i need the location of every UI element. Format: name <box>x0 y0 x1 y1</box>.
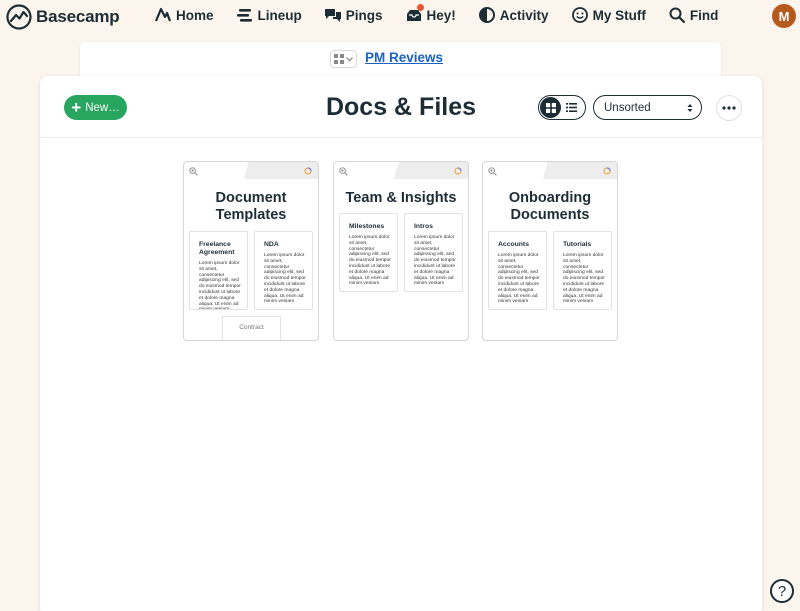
nav-hey[interactable]: Hey! <box>405 4 456 24</box>
folder-card[interactable]: Document Templates Freelance Agreement L… <box>183 161 319 341</box>
folder-name: Document Templates <box>215 190 287 223</box>
view-toggle <box>538 95 586 120</box>
sort-select-value: Unsorted <box>604 101 651 114</box>
docs-panel: + New… Docs & Files Unsorted Document Te… <box>40 76 762 611</box>
grid-view-button[interactable] <box>540 97 561 118</box>
doc-title: Tutorials <box>563 241 592 248</box>
nav-home[interactable]: Home <box>154 6 214 24</box>
panel-header: + New… Docs & Files Unsorted <box>40 76 762 138</box>
top-navigation: Basecamp Home Lineup Pings Hey! Activity… <box>0 0 800 33</box>
pings-icon <box>324 9 341 22</box>
smiley-icon <box>571 7 588 23</box>
activity-icon <box>478 7 495 23</box>
doc-card[interactable]: Milestones Lorem ipsum dolor sit amet, c… <box>339 213 398 292</box>
grid-view-icon <box>545 102 556 113</box>
doc-card[interactable]: Contract <box>222 316 281 340</box>
zoom-icon[interactable] <box>189 167 198 176</box>
nav-lineup-label: Lineup <box>257 7 302 23</box>
zoom-icon[interactable] <box>488 167 497 176</box>
doc-title: Freelance Agreement <box>199 241 235 256</box>
zoom-icon[interactable] <box>339 167 348 176</box>
nav-home-label: Home <box>176 7 214 23</box>
nav-find[interactable]: Find <box>668 6 719 24</box>
doc-preview: Lorem ipsum dolor sit amet, consectetur … <box>264 253 306 305</box>
doc-title: Milestones <box>349 223 385 230</box>
folder-card[interactable]: Team & Insights Milestones Lorem ipsum d… <box>333 161 469 341</box>
nav-lineup[interactable]: Lineup <box>236 6 302 24</box>
doc-preview: Lorem ipsum dolor sit amet, consectetur … <box>199 261 241 310</box>
help-button[interactable]: ? <box>770 579 794 603</box>
doc-card[interactable]: Intros Lorem ipsum dolor sit amet, conse… <box>404 213 463 292</box>
sort-select[interactable]: Unsorted <box>593 95 702 120</box>
nav-activity-label: Activity <box>499 7 549 23</box>
doc-preview: Lorem ipsum dolor sit amet, consectetur … <box>563 253 605 305</box>
nav-find-label: Find <box>689 7 719 23</box>
folder-name: Team & Insights <box>345 190 457 206</box>
grid-icon <box>334 54 344 64</box>
doc-title: NDA <box>264 241 279 248</box>
nav-hey-label: Hey! <box>426 7 456 23</box>
project-link[interactable]: PM Reviews <box>365 50 443 65</box>
more-options-button[interactable] <box>716 95 742 121</box>
chevron-down-icon <box>346 56 353 62</box>
search-icon <box>669 7 685 24</box>
avatar[interactable]: M <box>772 4 796 28</box>
doc-title: Intros <box>414 223 433 230</box>
nav-my-stuff-label: My Stuff <box>592 7 646 23</box>
doc-preview: Lorem ipsum dolor sit amet, consectetur … <box>498 253 540 305</box>
notification-dot <box>416 4 424 11</box>
doc-title: Accounts <box>498 241 529 248</box>
project-switcher-button[interactable] <box>330 50 357 68</box>
doc-card[interactable]: Accounts Lorem ipsum dolor sit amet, con… <box>488 231 547 310</box>
nav-pings-label: Pings <box>345 7 383 23</box>
doc-card[interactable]: Freelance Agreement Lorem ipsum dolor si… <box>189 231 248 310</box>
list-view-button[interactable] <box>561 97 582 118</box>
lineup-icon <box>236 9 252 22</box>
doc-card[interactable]: Tutorials Lorem ipsum dolor sit amet, co… <box>553 231 612 310</box>
home-icon <box>154 7 172 22</box>
list-view-icon <box>566 103 577 112</box>
doc-preview: Lorem ipsum dolor sit amet, consectetur … <box>414 235 456 287</box>
color-ring-icon <box>603 167 611 175</box>
color-ring-icon <box>304 167 312 175</box>
doc-preview: Lorem ipsum dolor sit amet, consectetur … <box>349 235 391 287</box>
main-nav: Home Lineup Pings Hey! Activity My Stuff… <box>154 4 740 24</box>
color-ring-icon <box>454 167 462 175</box>
doc-card[interactable]: NDA Lorem ipsum dolor sit amet, consecte… <box>254 231 313 310</box>
folder-card[interactable]: Onboarding Documents Accounts Lorem ipsu… <box>482 161 618 341</box>
folder-name: Onboarding Documents <box>508 190 592 223</box>
nav-pings[interactable]: Pings <box>324 6 383 24</box>
nav-activity[interactable]: Activity <box>478 6 549 24</box>
nav-my-stuff[interactable]: My Stuff <box>571 6 646 24</box>
basecamp-logo-icon <box>6 4 32 30</box>
select-arrows-icon <box>687 103 693 112</box>
brand-name: Basecamp <box>36 7 120 26</box>
ellipsis-icon <box>722 106 736 110</box>
brand[interactable]: Basecamp <box>6 4 120 30</box>
